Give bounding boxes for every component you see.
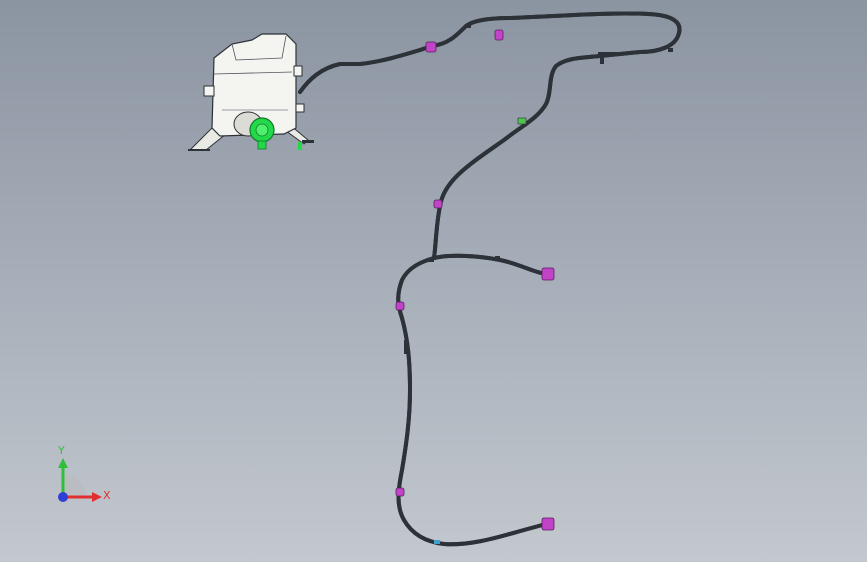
z-axis (58, 492, 68, 502)
hose-clip (466, 24, 471, 28)
pump-outlet (255, 123, 269, 137)
hose-connector[interactable] (395, 301, 405, 311)
hose-clip (404, 340, 408, 354)
coordinate-triad[interactable]: Y X (57, 444, 111, 502)
hose-clip (434, 540, 440, 544)
y-axis-label: Y (57, 444, 65, 457)
washer-reservoir[interactable] (188, 33, 309, 151)
x-axis-arrow (92, 492, 102, 502)
hose-connector[interactable] (494, 29, 504, 41)
hose-clip (302, 140, 314, 143)
hose-connector[interactable] (425, 41, 437, 53)
x-axis-label: X (103, 489, 111, 502)
model-canvas[interactable]: Y X (0, 0, 867, 562)
hose-connector[interactable] (395, 487, 405, 497)
washer-hose[interactable] (298, 11, 682, 547)
pump-connector (257, 140, 267, 150)
hose-clip (428, 258, 434, 262)
hose-clip (356, 62, 361, 66)
washer-nozzle[interactable] (541, 267, 555, 281)
hose-clamp (598, 52, 620, 56)
tank-side-clip (293, 65, 303, 77)
hose-connector[interactable] (433, 199, 443, 209)
hose-clip (668, 48, 673, 52)
washer-nozzle[interactable] (541, 517, 555, 531)
hose-clip (600, 56, 604, 64)
ground-stud (298, 142, 302, 150)
tank-side-clip-lower (295, 103, 305, 113)
hose-connectors (302, 24, 673, 544)
tank-mount-tab (203, 85, 215, 97)
check-valve[interactable] (517, 117, 527, 125)
hose-clip (495, 256, 500, 260)
y-axis-arrow (58, 458, 68, 468)
graphics-viewport[interactable]: Y X (0, 0, 867, 562)
